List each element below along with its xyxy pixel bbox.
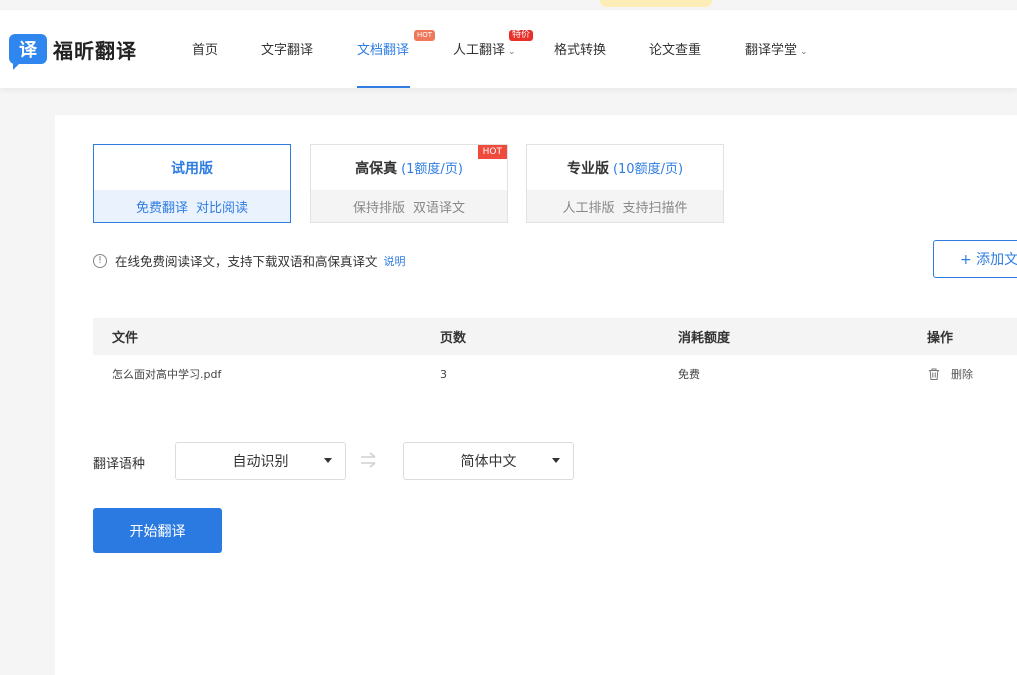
header-cost: 消耗额度 bbox=[678, 331, 731, 346]
plan-feature: 人工排版 bbox=[562, 200, 615, 216]
plan-name: 高保真 bbox=[355, 160, 398, 177]
table-row: 怎么面对高中学习.pdf 3 免费 删除 bbox=[93, 355, 1017, 393]
chevron-down-icon: ⌄ bbox=[800, 47, 808, 57]
plan-trial-features: 免费翻译 对比阅读 bbox=[94, 190, 290, 222]
page-count: 3 bbox=[440, 367, 447, 381]
delete-button[interactable]: 删除 bbox=[927, 366, 973, 382]
plan-trial-title: 试用版 bbox=[94, 145, 290, 190]
plan-feature: 支持扫描件 bbox=[622, 200, 688, 216]
target-language-value: 简体中文 bbox=[460, 454, 517, 470]
plan-professional-title: 专业版 (10额度/页) bbox=[527, 145, 723, 190]
hot-badge: HOT bbox=[414, 30, 436, 41]
notice: ! 在线免费阅读译文，支持下载双语和高保真译文 说明 bbox=[93, 251, 406, 270]
nav-home-label: 首页 bbox=[192, 43, 219, 58]
plan-quota: (1额度/页) bbox=[401, 162, 463, 177]
nav-human-translate-label: 人工翻译 bbox=[453, 43, 506, 58]
plan-feature: 免费翻译 bbox=[135, 200, 188, 216]
add-file-button[interactable]: + 添加文 bbox=[933, 240, 1017, 278]
nav-format-convert[interactable]: 格式转换 bbox=[554, 39, 606, 58]
hot-tag: HOT bbox=[477, 145, 507, 159]
plan-high-fidelity[interactable]: HOT 高保真 (1额度/页) 保持排版 双语译文 bbox=[310, 144, 508, 223]
cost: 免费 bbox=[678, 368, 700, 381]
main-panel: 试用版 免费翻译 对比阅读 HOT 高保真 (1额度/页) 保持排版 双语译文 … bbox=[55, 115, 1017, 675]
plan-name: 试用版 bbox=[171, 160, 213, 177]
target-language-select[interactable]: 简体中文 bbox=[403, 442, 574, 480]
nav-doc-translate[interactable]: 文档翻译 bbox=[357, 39, 409, 58]
top-strip bbox=[0, 0, 1017, 10]
header: 译 福昕翻译 首页 文字翻译 文档翻译 HOT 人工翻译 ⌄ 特价 格式转换 论文… bbox=[0, 10, 1017, 88]
header-action: 操作 bbox=[927, 331, 954, 346]
chevron-down-icon: ⌄ bbox=[508, 47, 516, 57]
top-banner-glow bbox=[600, 0, 712, 7]
caret-down-icon bbox=[552, 458, 560, 463]
plan-quota: (10额度/页) bbox=[612, 162, 684, 177]
nav-translation-school[interactable]: 翻译学堂 ⌄ bbox=[745, 39, 808, 58]
nav-format-convert-label: 格式转换 bbox=[554, 43, 607, 58]
notice-link[interactable]: 说明 bbox=[384, 253, 406, 269]
file-name: 怎么面对高中学习.pdf bbox=[112, 368, 222, 381]
logo[interactable]: 译 福昕翻译 bbox=[9, 34, 137, 70]
start-translate-button[interactable]: 开始翻译 bbox=[93, 508, 222, 553]
discount-badge: 特价 bbox=[509, 30, 534, 41]
plan-feature: 保持排版 bbox=[352, 200, 405, 216]
source-language-value: 自动识别 bbox=[232, 454, 289, 470]
nav-plagiarism-check-label: 论文查重 bbox=[649, 43, 702, 58]
active-tab-indicator bbox=[357, 86, 410, 88]
plan-trial[interactable]: 试用版 免费翻译 对比阅读 bbox=[93, 144, 291, 223]
nav-doc-translate-label: 文档翻译 bbox=[357, 43, 410, 58]
file-table: 文件 页数 消耗额度 操作 怎么面对高中学习.pdf 3 免费 删除 bbox=[93, 318, 1017, 393]
plan-professional-features: 人工排版 支持扫描件 bbox=[527, 190, 723, 222]
language-label: 翻译语种 bbox=[93, 457, 146, 472]
header-pages: 页数 bbox=[440, 331, 467, 346]
caret-down-icon bbox=[324, 458, 332, 463]
plan-feature: 双语译文 bbox=[413, 200, 466, 216]
header-file: 文件 bbox=[112, 331, 139, 346]
trash-icon bbox=[929, 368, 939, 380]
delete-label: 删除 bbox=[951, 368, 973, 381]
table-header: 文件 页数 消耗额度 操作 bbox=[93, 318, 1017, 355]
nav-text-translate-label: 文字翻译 bbox=[261, 43, 314, 58]
nav-home[interactable]: 首页 bbox=[192, 39, 218, 58]
source-language-select[interactable]: 自动识别 bbox=[175, 442, 346, 480]
notice-text: 在线免费阅读译文，支持下载双语和高保真译文 bbox=[115, 254, 378, 269]
plan-professional[interactable]: 专业版 (10额度/页) 人工排版 支持扫描件 bbox=[526, 144, 724, 223]
action-cell: 删除 bbox=[927, 355, 973, 393]
plan-high-fidelity-features: 保持排版 双语译文 bbox=[311, 190, 507, 222]
nav-text-translate[interactable]: 文字翻译 bbox=[261, 39, 313, 58]
nav-human-translate[interactable]: 人工翻译 ⌄ bbox=[453, 39, 516, 58]
swap-arrow-icon[interactable] bbox=[359, 450, 379, 470]
logo-translate-icon: 译 bbox=[9, 34, 47, 70]
brand-name: 福昕翻译 bbox=[53, 38, 137, 63]
info-icon: ! bbox=[93, 253, 107, 268]
nav-plagiarism-check[interactable]: 论文查重 bbox=[649, 39, 701, 58]
plan-name: 专业版 bbox=[566, 160, 609, 177]
nav-translation-school-label: 翻译学堂 bbox=[745, 43, 798, 58]
plan-feature: 对比阅读 bbox=[196, 200, 249, 216]
